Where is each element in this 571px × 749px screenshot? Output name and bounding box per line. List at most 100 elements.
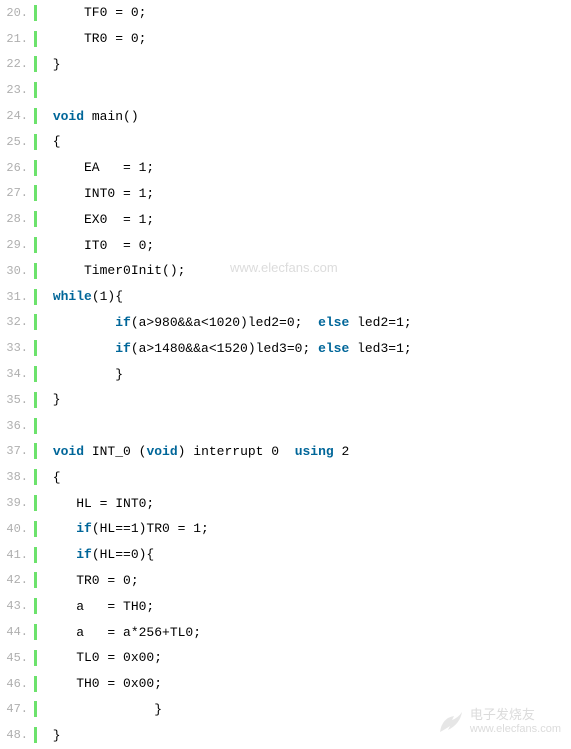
gutter-bar [34,5,37,21]
gutter-bar [34,650,37,666]
gutter-bar [34,314,37,330]
code-content: IT0 = 0; [45,238,154,253]
code-content: if(HL==1)TR0 = 1; [45,521,209,536]
line-number: 41. [0,548,34,562]
gutter-bar [34,727,37,743]
code-line: 39. HL = INT0; [0,490,571,516]
gutter-bar [34,237,37,253]
line-number: 21. [0,32,34,46]
line-number: 44. [0,625,34,639]
code-listing: 20. TF0 = 0;21. TR0 = 0;22. }23.24. void… [0,0,571,748]
code-line: 46. TH0 = 0x00; [0,671,571,697]
code-line: 24. void main() [0,103,571,129]
code-line: 29. IT0 = 0; [0,232,571,258]
code-line: 31. while(1){ [0,284,571,310]
gutter-bar [34,56,37,72]
line-number: 40. [0,522,34,536]
code-line: 27. INT0 = 1; [0,181,571,207]
code-line: 41. if(HL==0){ [0,542,571,568]
code-line: 28. EX0 = 1; [0,206,571,232]
code-line: 45. TL0 = 0x00; [0,645,571,671]
code-content: } [45,57,61,72]
code-line: 42. TR0 = 0; [0,568,571,594]
footer-logo: 电子发烧友 www.elecfans.com [436,707,561,736]
code-line: 44. a = a*256+TL0; [0,619,571,645]
code-content: if(HL==0){ [45,547,154,562]
code-content: a = a*256+TL0; [45,625,201,640]
gutter-bar [34,211,37,227]
code-line: 23. [0,77,571,103]
code-content: EX0 = 1; [45,212,154,227]
code-content: TR0 = 0; [45,31,146,46]
gutter-bar [34,701,37,717]
gutter-bar [34,547,37,563]
gutter-bar [34,572,37,588]
code-content: { [45,470,61,485]
code-content: a = TH0; [45,599,154,614]
code-line: 38. { [0,464,571,490]
line-number: 48. [0,728,34,742]
footer-url: www.elecfans.com [470,723,561,736]
code-content: while(1){ [45,289,123,304]
line-number: 22. [0,57,34,71]
gutter-bar [34,31,37,47]
code-content: INT0 = 1; [45,186,154,201]
code-line: 26. EA = 1; [0,155,571,181]
gutter-bar [34,676,37,692]
line-number: 37. [0,444,34,458]
line-number: 43. [0,599,34,613]
line-number: 24. [0,109,34,123]
gutter-bar [34,443,37,459]
code-line: 20. TF0 = 0; [0,0,571,26]
code-line: 32. if(a>980&&a<1020)led2=0; else led2=1… [0,310,571,336]
line-number: 20. [0,6,34,20]
line-number: 29. [0,238,34,252]
line-number: 39. [0,496,34,510]
code-line: 21. TR0 = 0; [0,26,571,52]
gutter-bar [34,160,37,176]
logo-icon [436,708,464,736]
code-line: 40. if(HL==1)TR0 = 1; [0,516,571,542]
gutter-bar [34,134,37,150]
code-line: 22. } [0,52,571,78]
gutter-bar [34,185,37,201]
code-line: 33. if(a>1480&&a<1520)led3=0; else led3=… [0,335,571,361]
code-content: TH0 = 0x00; [45,676,162,691]
gutter-bar [34,624,37,640]
line-number: 26. [0,161,34,175]
gutter-bar [34,263,37,279]
line-number: 42. [0,573,34,587]
line-number: 27. [0,186,34,200]
line-number: 31. [0,290,34,304]
code-line: 36. [0,413,571,439]
line-number: 45. [0,651,34,665]
code-content: } [45,392,61,407]
code-line: 43. a = TH0; [0,593,571,619]
gutter-bar [34,495,37,511]
line-number: 36. [0,419,34,433]
line-number: 47. [0,702,34,716]
code-line: 35. } [0,387,571,413]
line-number: 28. [0,212,34,226]
code-content: } [45,367,123,382]
line-number: 35. [0,393,34,407]
gutter-bar [34,340,37,356]
code-content: TF0 = 0; [45,5,146,20]
line-number: 38. [0,470,34,484]
code-content: { [45,134,61,149]
gutter-bar [34,418,37,434]
gutter-bar [34,82,37,98]
code-line: 34. } [0,361,571,387]
code-content: TL0 = 0x00; [45,650,162,665]
code-content: TR0 = 0; [45,573,139,588]
footer-cn: 电子发烧友 [470,707,561,723]
line-number: 32. [0,315,34,329]
gutter-bar [34,108,37,124]
gutter-bar [34,392,37,408]
line-number: 46. [0,677,34,691]
code-line: 30. Timer0Init(); [0,258,571,284]
gutter-bar [34,469,37,485]
code-line: 25. { [0,129,571,155]
gutter-bar [34,366,37,382]
code-content: void INT_0 (void) interrupt 0 using 2 [45,444,349,459]
